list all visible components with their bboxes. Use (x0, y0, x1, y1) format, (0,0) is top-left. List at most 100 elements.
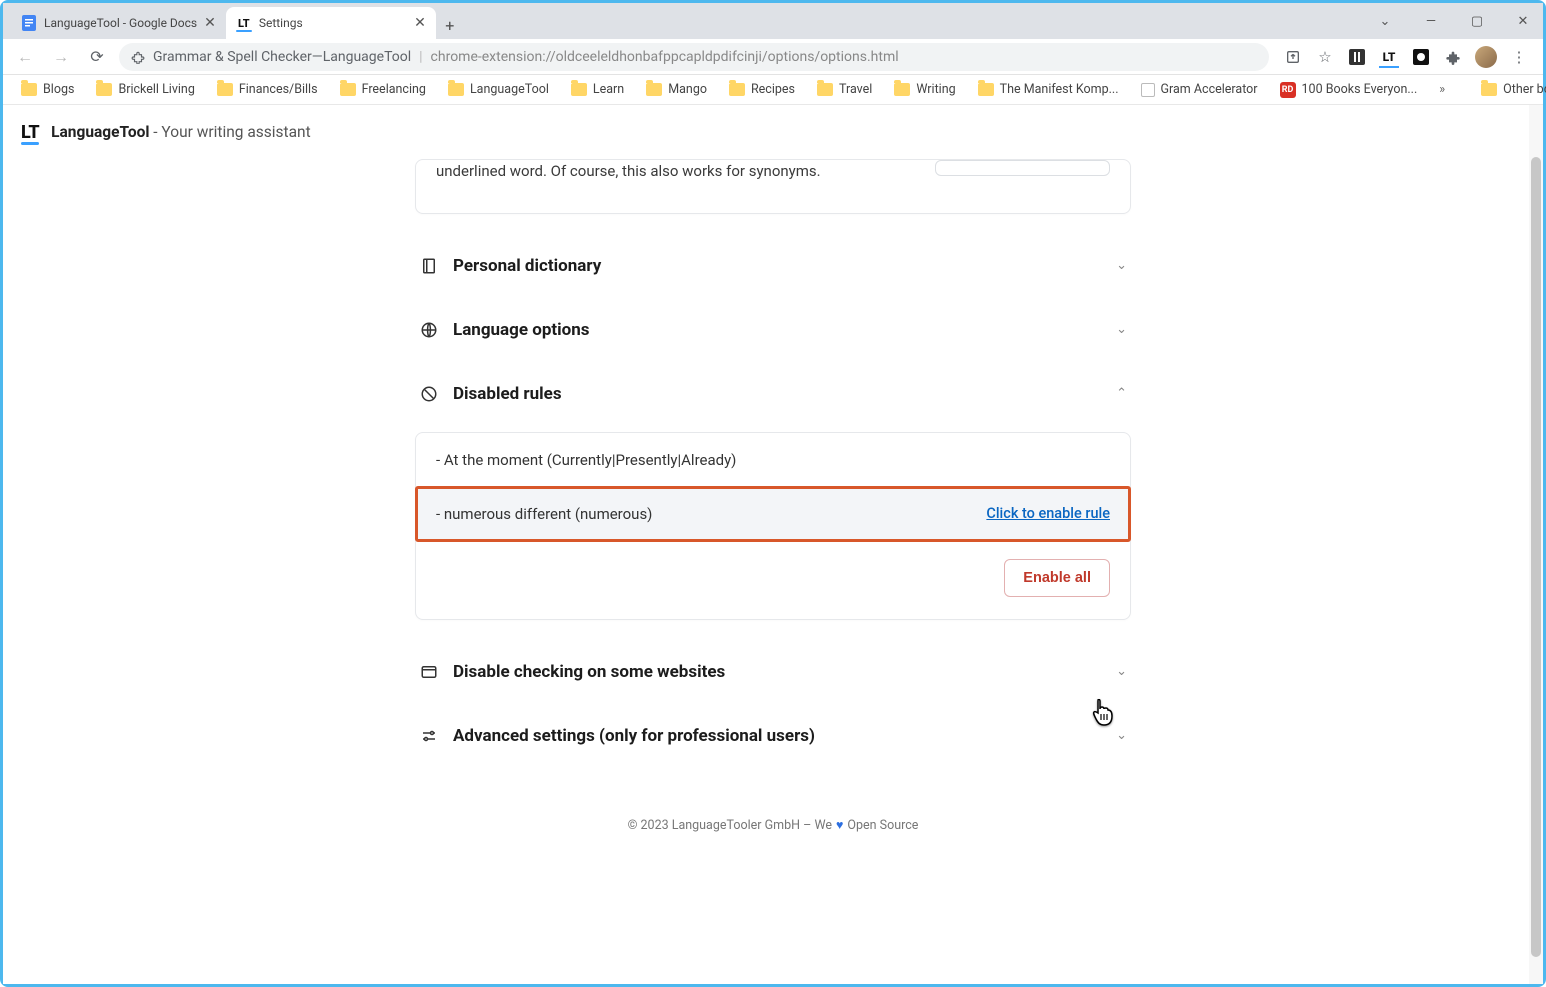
bookmark-label: Travel (839, 82, 872, 97)
bookmark-blogs[interactable]: Blogs (13, 79, 82, 100)
bookmark-travel[interactable]: Travel (809, 79, 880, 100)
back-button[interactable]: ← (11, 43, 39, 71)
bookmark-label: Brickell Living (118, 82, 194, 97)
bookmark-label: Learn (593, 82, 624, 97)
lt-logo-icon: LT (21, 122, 39, 143)
minimize-button[interactable]: — (1417, 14, 1445, 29)
section-personal-dictionary: Personal dictionary ⌄ (415, 254, 1131, 278)
bookmark-mango[interactable]: Mango (638, 79, 715, 100)
section-title: Disable checking on some websites (453, 662, 1102, 682)
bookmark-freelancing[interactable]: Freelancing (332, 79, 434, 100)
scrollbar-track[interactable] (1529, 105, 1543, 984)
bookmark-label: Blogs (43, 82, 74, 97)
page-footer: © 2023 LanguageTooler GmbH – We ♥ Open S… (628, 818, 919, 833)
url-ext-name: Grammar & Spell Checker—LanguageTool (153, 49, 411, 65)
heart-icon: ♥ (836, 818, 843, 833)
folder-icon (21, 83, 37, 96)
ext-icon-3[interactable] (1411, 47, 1431, 67)
chevron-down-icon: ⌄ (1116, 728, 1127, 743)
bookmark-star-icon[interactable]: ☆ (1315, 47, 1335, 67)
tab-strip: LanguageTool - Google Docs ✕ LT Settings… (3, 3, 1543, 39)
folder-icon (817, 83, 833, 96)
address-bar: ← → ⟳ Grammar & Spell Checker—LanguageTo… (3, 39, 1543, 75)
other-bookmarks[interactable]: Other bookmarks (1473, 79, 1546, 100)
section-disabled-rules: Disabled rules ⌃ At the moment (Currentl… (415, 382, 1131, 620)
tab-title: LanguageTool - Google Docs (44, 16, 197, 30)
section-title: Advanced settings (only for professional… (453, 726, 1102, 746)
rule-row[interactable]: At the moment (Currently|Presently|Alrea… (416, 433, 1130, 487)
website-icon (419, 663, 439, 681)
url-input[interactable]: Grammar & Spell Checker—LanguageTool | c… (119, 43, 1269, 71)
bookmark-writing[interactable]: Writing (886, 79, 963, 100)
close-icon[interactable]: ✕ (204, 15, 216, 31)
bookmark-label: Recipes (751, 82, 795, 97)
bookmark-brickell[interactable]: Brickell Living (88, 79, 202, 100)
globe-icon (419, 321, 439, 339)
synonyms-input[interactable] (935, 160, 1110, 176)
extension-icon (131, 50, 145, 64)
page-icon: RD (1280, 82, 1296, 98)
bookmark-label: Gram Accelerator (1161, 82, 1258, 97)
section-disable-websites: Disable checking on some websites ⌄ (415, 660, 1131, 684)
section-header[interactable]: Disable checking on some websites ⌄ (415, 660, 1131, 684)
enable-all-button[interactable]: Enable all (1004, 559, 1110, 597)
kebab-menu-icon[interactable]: ⋮ (1509, 47, 1529, 67)
bookmark-learn[interactable]: Learn (563, 79, 632, 100)
bookmarks-overflow[interactable]: » (1431, 82, 1453, 97)
close-window-button[interactable]: ✕ (1509, 14, 1537, 29)
url-path: chrome-extension://oldceeleldhonbafppcap… (431, 49, 899, 65)
bookmark-gram[interactable]: Gram Accelerator (1133, 79, 1266, 100)
sliders-icon (419, 727, 439, 745)
tab-search-icon[interactable]: ⌄ (1371, 14, 1399, 29)
bookmark-label: LanguageTool (470, 82, 549, 97)
section-header[interactable]: Personal dictionary ⌄ (415, 254, 1131, 278)
bookmark-manifest[interactable]: The Manifest Komp... (970, 79, 1127, 100)
footer-opensource: Open Source (847, 818, 918, 833)
section-title: Disabled rules (453, 384, 1102, 404)
forward-button[interactable]: → (47, 43, 75, 71)
bookmark-languagetool[interactable]: LanguageTool (440, 79, 557, 100)
new-tab-button[interactable]: + (436, 11, 464, 39)
reload-button[interactable]: ⟳ (83, 43, 111, 71)
bookmark-finances[interactable]: Finances/Bills (209, 79, 326, 100)
enable-rule-link[interactable]: Click to enable rule (986, 505, 1110, 522)
section-header[interactable]: Advanced settings (only for professional… (415, 724, 1131, 748)
section-title: Language options (453, 320, 1102, 340)
extensions-icon[interactable] (1443, 47, 1463, 67)
folder-icon (217, 83, 233, 96)
ext-icon-1[interactable] (1347, 47, 1367, 67)
maximize-button[interactable]: ▢ (1463, 14, 1491, 29)
share-icon[interactable] (1283, 47, 1303, 67)
close-icon[interactable]: ✕ (414, 15, 426, 31)
synonyms-card: underlined word. Of course, this also wo… (415, 159, 1131, 214)
chevron-down-icon: ⌄ (1116, 258, 1127, 273)
profile-avatar[interactable] (1475, 46, 1497, 68)
disabled-icon (419, 385, 439, 403)
url-separator: | (419, 49, 422, 65)
rules-footer: Enable all (416, 541, 1130, 619)
chevron-down-icon: ⌄ (1116, 322, 1127, 337)
section-header[interactable]: Disabled rules ⌃ (415, 382, 1131, 406)
brand-tagline: - Your writing assistant (149, 123, 310, 141)
bookmark-100books[interactable]: RD100 Books Everyon... (1272, 79, 1426, 101)
bookmark-label: Freelancing (362, 82, 426, 97)
tab-google-docs[interactable]: LanguageTool - Google Docs ✕ (11, 7, 226, 39)
folder-icon (729, 83, 745, 96)
footer-copyright: © 2023 LanguageTooler GmbH – We (628, 818, 832, 833)
scrollbar-thumb[interactable] (1531, 157, 1541, 957)
folder-icon (646, 83, 662, 96)
ext-icon-lt[interactable]: LT (1379, 47, 1399, 67)
bookmark-label: The Manifest Komp... (1000, 82, 1119, 97)
rule-text: numerous different (numerous) (436, 505, 652, 523)
rule-row-highlighted[interactable]: numerous different (numerous) Click to e… (416, 487, 1130, 541)
tab-settings[interactable]: LT Settings ✕ (226, 7, 436, 39)
dictionary-icon (419, 257, 439, 275)
bookmark-recipes[interactable]: Recipes (721, 79, 803, 100)
section-header[interactable]: Language options ⌄ (415, 318, 1131, 342)
synonyms-description: underlined word. Of course, this also wo… (436, 160, 915, 183)
bookmark-label: Finances/Bills (239, 82, 318, 97)
lt-icon: LT (236, 15, 252, 31)
bookmark-label: Mango (668, 82, 707, 97)
chevron-down-icon: ⌄ (1116, 664, 1127, 679)
docs-icon (21, 15, 37, 31)
